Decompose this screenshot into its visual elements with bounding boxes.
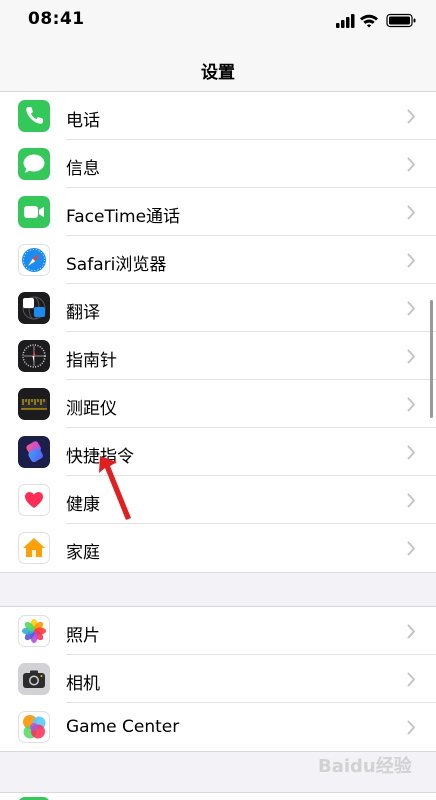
chevron-right-icon	[407, 397, 415, 412]
photos-icon	[18, 615, 50, 647]
settings-row-camera[interactable]: 相机	[0, 655, 436, 703]
settings-row-label: 相机	[66, 674, 100, 694]
scroll-indicator	[430, 300, 433, 418]
measure-icon	[18, 388, 50, 420]
settings-row-health[interactable]: 健康	[0, 476, 436, 524]
settings-row-label: 家庭	[66, 543, 100, 563]
battery-icon	[386, 13, 416, 28]
camera-icon	[18, 663, 50, 695]
phone-icon	[18, 100, 50, 132]
compass-icon	[18, 340, 50, 372]
shortcuts-icon	[18, 436, 50, 468]
chevron-right-icon	[407, 541, 415, 556]
chevron-right-icon	[407, 720, 415, 735]
messages-icon	[18, 148, 50, 180]
settings-row-home[interactable]: 家庭	[0, 524, 436, 572]
settings-row-label: 翻译	[66, 303, 100, 323]
settings-row-compass[interactable]: 指南针	[0, 332, 436, 380]
chevron-right-icon	[407, 205, 415, 220]
settings-row-label: 信息	[66, 159, 100, 179]
settings-group-media: 照片 相机 Game Center	[0, 606, 436, 752]
settings-row-game-center[interactable]: Game Center	[0, 703, 436, 751]
game-center-icon	[18, 711, 50, 743]
chevron-right-icon	[407, 109, 415, 124]
chevron-right-icon	[407, 301, 415, 316]
page-title: 设置	[201, 63, 235, 83]
annotation-arrow-icon	[99, 456, 131, 520]
settings-row-label: Safari浏览器	[66, 255, 167, 275]
chevron-right-icon	[407, 493, 415, 508]
baidu-watermark: Baidu经验	[318, 756, 412, 777]
chevron-right-icon	[407, 349, 415, 364]
settings-row-photos[interactable]: 照片	[0, 607, 436, 655]
status-icons	[336, 12, 418, 30]
chevron-right-icon	[407, 624, 415, 639]
settings-row-label: Game Center	[66, 717, 180, 737]
facetime-icon	[18, 196, 50, 228]
settings-row-label: 指南针	[66, 351, 117, 371]
settings-row-phone[interactable]: 电话	[0, 92, 436, 140]
cellular-signal-icon	[336, 14, 355, 28]
settings-row-messages[interactable]: 信息	[0, 140, 436, 188]
settings-row-facetime[interactable]: FaceTime通话	[0, 188, 436, 236]
settings-row-translate[interactable]: 翻译	[0, 284, 436, 332]
wifi-icon	[360, 14, 378, 28]
chevron-right-icon	[407, 157, 415, 172]
settings-row-label: 测距仪	[66, 399, 117, 419]
settings-row-label: FaceTime通话	[66, 207, 181, 227]
home-icon	[18, 532, 50, 564]
chevron-right-icon	[407, 672, 415, 687]
settings-row-label: 电话	[66, 111, 100, 131]
safari-icon	[18, 244, 50, 276]
health-icon	[18, 484, 50, 516]
chevron-right-icon	[407, 253, 415, 268]
settings-group-apps: 电话 信息 FaceTime通话 Safari浏览器 翻译 指南针 测距仪 健康…	[0, 91, 436, 573]
status-time: 08:41	[28, 9, 85, 29]
settings-row-shortcuts[interactable]: 快捷指令	[0, 428, 436, 476]
nav-bar: 设置	[0, 44, 436, 94]
settings-row-label: 照片	[66, 626, 100, 646]
status-bar: 08:41	[0, 0, 436, 44]
settings-row-safari[interactable]: Safari浏览器	[0, 236, 436, 284]
chevron-right-icon	[407, 445, 415, 460]
settings-row-measure[interactable]: 测距仪	[0, 380, 436, 428]
settings-group-next	[0, 792, 436, 800]
translate-icon	[18, 292, 50, 324]
